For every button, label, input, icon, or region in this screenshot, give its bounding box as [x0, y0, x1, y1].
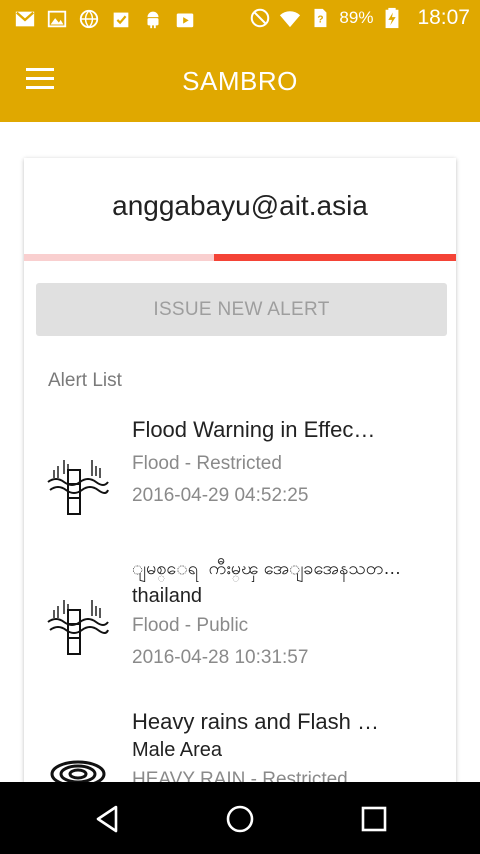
gmail-icon [15, 11, 35, 27]
alert-list-item[interactable]: Flood Warning in Effec… Flood - Restrict… [24, 416, 456, 526]
svg-text:?: ? [318, 15, 324, 26]
alert-area: Male Area [132, 739, 223, 761]
issue-new-alert-button[interactable]: ISSUE NEW ALERT [36, 283, 447, 336]
app-title: SAMBRO [182, 66, 298, 96]
alert-area: thailand [132, 585, 203, 607]
clock: 18:07 [417, 6, 470, 29]
alert-title: Flood Warning in Effec… [132, 417, 376, 442]
alert-timestamp: 2016-04-28 10:31:57 [132, 647, 309, 668]
alert-timestamp: 2016-04-29 04:52:25 [132, 485, 309, 506]
battery-charging-icon [386, 7, 399, 29]
alert-category: Flood - Restricted [132, 453, 282, 474]
alert-category: Flood - Public [132, 615, 249, 636]
system-status-icons: ? 89% 18:07 [249, 6, 470, 30]
play-store-icon [176, 13, 194, 28]
battery-percent: 89% [339, 8, 374, 27]
system-nav-bar [0, 782, 480, 854]
status-bar: ? 89% 18:07 [0, 0, 480, 40]
notification-icons [14, 8, 196, 30]
globe-icon [79, 9, 99, 29]
alert-list-item[interactable]: ျမစ္ေရ�ကီးမ္ၾ အေျခအေနသတ… thailand Flood … [24, 556, 456, 676]
image-icon [47, 10, 67, 28]
flood-icon [47, 600, 109, 655]
user-email: anggabayu@ait.asia [112, 190, 368, 221]
recents-square-icon[interactable] [357, 802, 391, 836]
alert-title: ျမစ္ေရ�ကီးမ္ၾ အေျခအေနသတ… [132, 558, 402, 578]
back-triangle-icon[interactable] [90, 802, 124, 836]
account-card: anggabayu@ait.asia ISSUE NEW ALERT Alert… [24, 158, 456, 798]
wifi-icon [280, 11, 301, 28]
alert-list-header: Alert List [48, 370, 122, 391]
flood-icon [47, 460, 109, 515]
android-icon [147, 11, 159, 29]
sim-unknown-icon: ? [314, 8, 327, 28]
clipboard-check-icon [113, 12, 129, 28]
app-bar: SAMBRO [0, 40, 480, 122]
alert-title: Heavy rains and Flash … [132, 709, 379, 734]
progress-bar [24, 254, 456, 261]
home-circle-icon[interactable] [223, 802, 257, 836]
progress-fill [214, 254, 456, 261]
do-not-disturb-icon [251, 8, 270, 28]
